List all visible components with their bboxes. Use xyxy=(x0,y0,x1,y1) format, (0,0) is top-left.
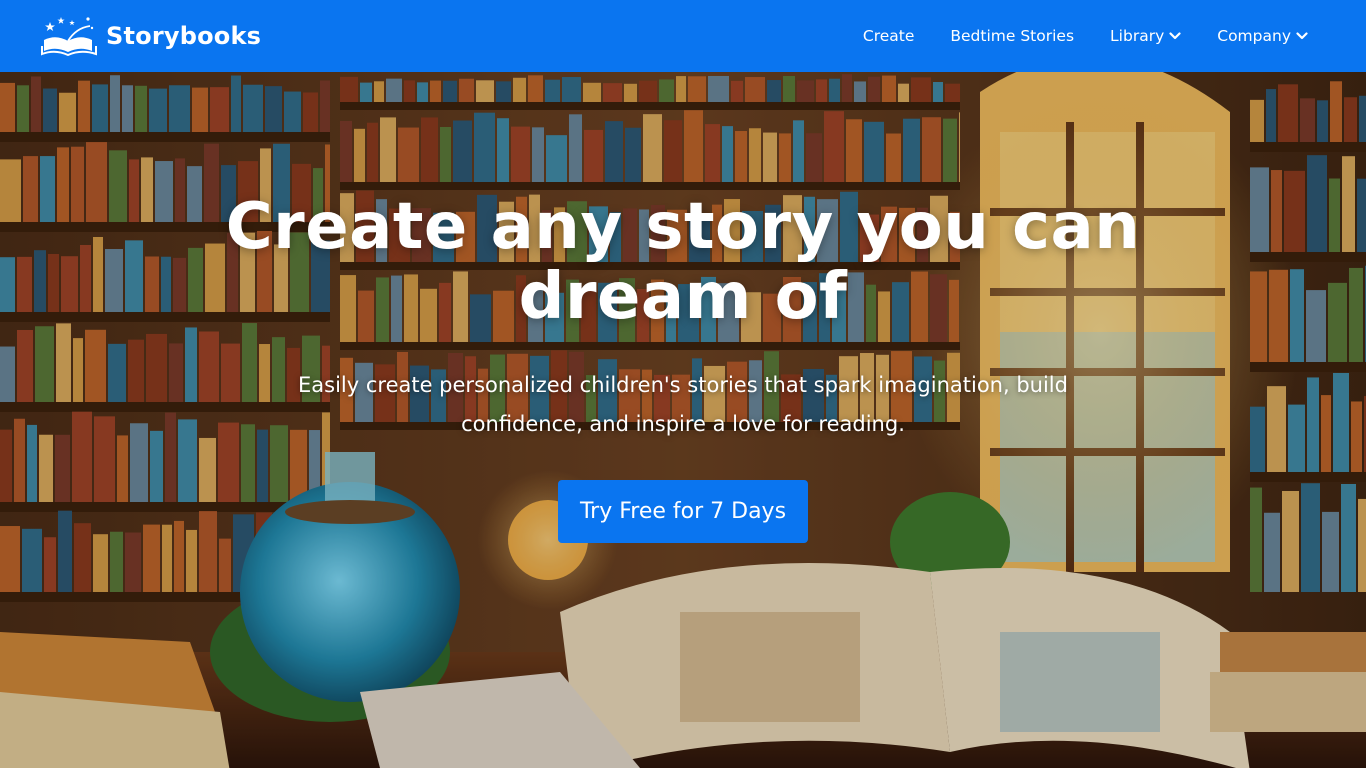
try-free-button[interactable]: Try Free for 7 Days xyxy=(557,480,809,543)
nav-bedtime-stories[interactable]: Bedtime Stories xyxy=(950,27,1074,45)
hero-subtitle: Easily create personalized children's st… xyxy=(298,373,1068,436)
nav-create-label: Create xyxy=(862,27,915,45)
nav-library-label: Library xyxy=(1110,27,1165,45)
brand-name: Storybooks xyxy=(106,22,262,50)
open-book-logo-icon xyxy=(41,17,97,56)
chevron-down-icon xyxy=(1169,32,1181,40)
main-nav: Create Bedtime Stories Library Company xyxy=(827,27,1308,45)
nav-create[interactable]: Create xyxy=(863,27,915,45)
nav-bedtime-stories-label: Bedtime Stories xyxy=(950,27,1075,45)
brand-link[interactable]: Storybooks xyxy=(40,16,261,56)
hero-title: Create any story you can dream of xyxy=(225,190,1141,334)
nav-library-dropdown[interactable]: Library xyxy=(1110,27,1181,45)
site-header: Storybooks Create Bedtime Stories Librar… xyxy=(0,0,1366,72)
chevron-down-icon xyxy=(1296,32,1308,40)
hero-section: Create any story you can dream of Easily… xyxy=(0,72,1366,768)
nav-company-dropdown[interactable]: Company xyxy=(1217,27,1308,45)
hero-content: Create any story you can dream of Easily… xyxy=(0,192,1366,543)
nav-company-label: Company xyxy=(1217,27,1291,45)
